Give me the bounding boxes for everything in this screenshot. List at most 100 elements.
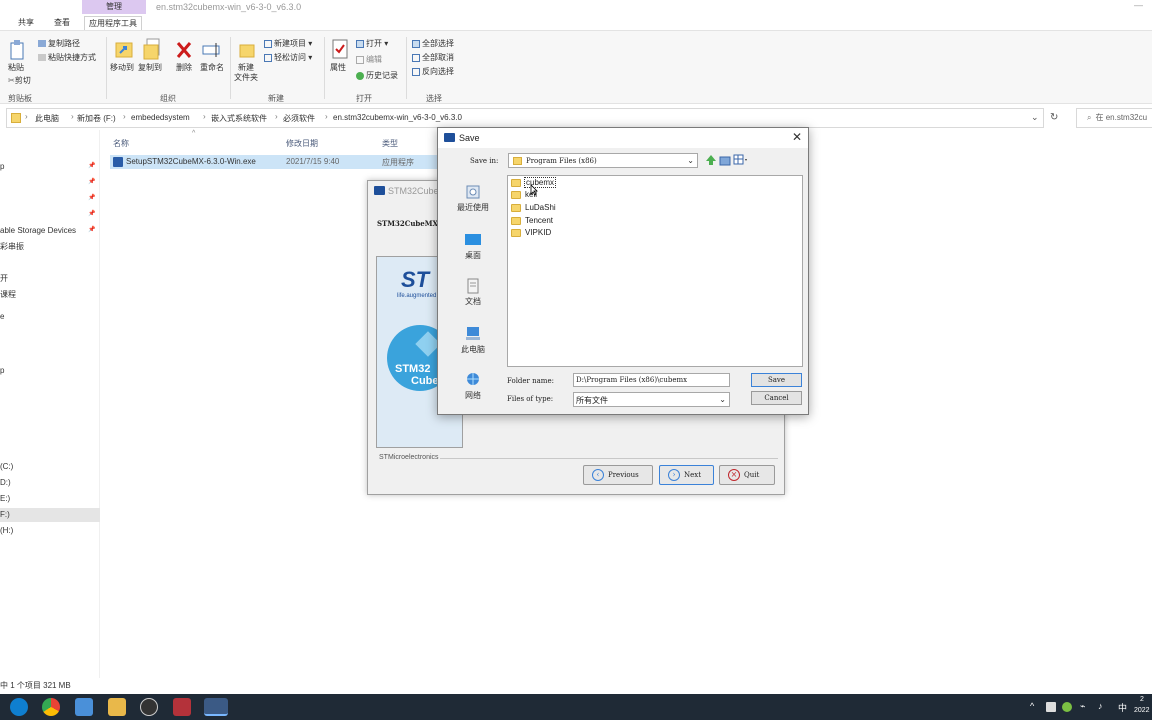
easy-access-button[interactable]: 轻松访问 ▾ bbox=[264, 53, 312, 63]
nav-item[interactable] bbox=[0, 406, 100, 420]
clock-date[interactable]: 2022 bbox=[1134, 707, 1150, 714]
refresh-icon[interactable]: ↻ bbox=[1050, 112, 1058, 123]
breadcrumb-required-software[interactable]: 必须软件 bbox=[283, 113, 315, 124]
save-dialog-titlebar: Save ✕ bbox=[438, 128, 808, 148]
pin-to-quickaccess-icon[interactable] bbox=[8, 39, 26, 61]
stm32-installer-taskbar-icon[interactable] bbox=[204, 698, 228, 716]
nav-item[interactable]: D:) bbox=[0, 476, 100, 490]
file-row-selected[interactable]: SetupSTM32CubeMX-6.3.0-Win.exe 2021/7/15… bbox=[110, 155, 440, 169]
tab-share[interactable]: 共享 bbox=[18, 16, 34, 30]
search-input[interactable]: ⌕ 在 en.stm32cu bbox=[1076, 108, 1152, 128]
address-input[interactable]: › 此电脑 › 新加卷 (F:) › embededsystem › 嵌入式系统… bbox=[6, 108, 1044, 128]
network-tray-icon[interactable]: ⌁ bbox=[1080, 701, 1085, 712]
edge-browser-icon[interactable] bbox=[10, 698, 28, 716]
properties-button[interactable]: 属性 bbox=[330, 63, 346, 73]
nav-item[interactable] bbox=[0, 342, 100, 356]
cut-button[interactable]: ✂剪切 bbox=[8, 76, 31, 86]
rename-icon[interactable] bbox=[202, 41, 222, 59]
nav-item[interactable]: e bbox=[0, 310, 100, 324]
breadcrumb-embedded-software[interactable]: 嵌入式系统软件 bbox=[211, 113, 267, 124]
tab-view[interactable]: 查看 bbox=[54, 16, 70, 30]
new-folder-icon[interactable] bbox=[238, 41, 256, 59]
folder-item-ludashi[interactable]: LuDaShi bbox=[511, 203, 557, 215]
column-header-type[interactable]: 类型 bbox=[382, 138, 398, 149]
nav-item[interactable]: 彩串振 bbox=[0, 240, 100, 254]
nav-item[interactable] bbox=[0, 208, 100, 222]
select-none-button[interactable]: 全部取消 bbox=[412, 53, 454, 63]
place-recent[interactable]: 最近使用 bbox=[444, 184, 502, 213]
copy-to-button[interactable]: 复制到 bbox=[138, 63, 162, 73]
breadcrumb-drive-f[interactable]: 新加卷 (F:) bbox=[77, 113, 116, 124]
files-of-type-select[interactable]: 所有文件 ⌄ bbox=[573, 392, 730, 407]
folder-item-vipkid[interactable]: VIPKID bbox=[511, 228, 552, 240]
new-item-button[interactable]: 新建项目 ▾ bbox=[264, 39, 312, 49]
ime-indicator[interactable]: 中 bbox=[1118, 701, 1127, 714]
nav-item[interactable] bbox=[0, 390, 100, 404]
nav-item[interactable] bbox=[0, 176, 100, 190]
history-button[interactable]: 历史记录 bbox=[356, 71, 398, 81]
place-desktop[interactable]: 桌面 bbox=[444, 232, 502, 261]
winrar-icon[interactable] bbox=[173, 698, 191, 716]
nav-item[interactable] bbox=[0, 192, 100, 206]
delete-icon[interactable] bbox=[176, 41, 192, 59]
nav-item[interactable]: p bbox=[0, 364, 100, 378]
new-folder-icon[interactable] bbox=[719, 154, 731, 166]
pin-label[interactable]: 粘贴 bbox=[8, 63, 24, 73]
nav-item[interactable]: 课程 bbox=[0, 288, 100, 302]
close-icon[interactable]: ✕ bbox=[792, 130, 802, 144]
obs-recorder-icon[interactable] bbox=[140, 698, 158, 716]
folder-item-tencent[interactable]: Tencent bbox=[511, 216, 554, 228]
rename-button[interactable]: 重命名 bbox=[200, 63, 224, 73]
copy-path-button[interactable]: 复制路径 bbox=[38, 39, 80, 49]
new-folder-button-line1[interactable]: 新建 bbox=[238, 63, 254, 73]
place-documents[interactable]: 文档 bbox=[444, 278, 502, 307]
open-button[interactable]: 打开 ▾ bbox=[356, 39, 388, 49]
chevron-up-icon[interactable]: ^ bbox=[1030, 701, 1034, 711]
column-header-name[interactable]: 名称 bbox=[113, 138, 129, 149]
select-all-button[interactable]: 全部选择 bbox=[412, 39, 454, 49]
nav-item[interactable]: able Storage Devices bbox=[0, 224, 100, 238]
nav-item[interactable]: p bbox=[0, 160, 100, 174]
move-to-button[interactable]: 移动到 bbox=[110, 63, 134, 73]
context-tab-manage[interactable]: 管理 bbox=[82, 0, 146, 14]
nav-item[interactable] bbox=[0, 430, 100, 444]
file-explorer-taskbar-icon[interactable] bbox=[108, 698, 126, 716]
clock-time[interactable]: 2 bbox=[1140, 696, 1144, 703]
save-button[interactable]: Save bbox=[751, 373, 802, 387]
tray-wechat-icon[interactable] bbox=[1062, 702, 1072, 712]
column-header-date[interactable]: 修改日期 bbox=[286, 138, 318, 149]
copy-to-icon[interactable] bbox=[142, 37, 162, 61]
delete-button[interactable]: 删除 bbox=[176, 63, 192, 73]
edit-button[interactable]: 编辑 bbox=[356, 55, 382, 65]
up-folder-icon[interactable] bbox=[705, 154, 717, 166]
chrome-browser-icon[interactable] bbox=[42, 698, 60, 716]
cancel-button[interactable]: Cancel bbox=[751, 391, 802, 405]
app-launcher-icon[interactable] bbox=[75, 698, 93, 716]
speaker-icon[interactable]: ♪ bbox=[1098, 701, 1103, 711]
breadcrumb-current-folder[interactable]: en.stm32cubemx-win_v6-3-0_v6.3.0 bbox=[333, 113, 462, 122]
minimize-icon[interactable]: — bbox=[1134, 0, 1143, 10]
breadcrumb-this-pc[interactable]: 此电脑 bbox=[35, 113, 59, 124]
move-to-icon[interactable] bbox=[114, 39, 134, 61]
properties-icon[interactable] bbox=[332, 39, 348, 61]
tray-app-icon[interactable] bbox=[1046, 702, 1056, 712]
nav-item[interactable]: 开 bbox=[0, 272, 100, 286]
folder-name-input[interactable]: D:\Program Files (x86)\cubemx bbox=[573, 373, 730, 387]
next-button[interactable]: › Next bbox=[659, 465, 714, 485]
invert-selection-button[interactable]: 反向选择 bbox=[412, 67, 454, 77]
save-in-select[interactable]: Program Files (x86) ⌄ bbox=[508, 153, 698, 168]
tab-app-tools[interactable]: 应用程序工具 bbox=[84, 16, 142, 30]
quit-button[interactable]: × Quit bbox=[719, 465, 775, 485]
paste-shortcut-button[interactable]: 粘贴快捷方式 bbox=[38, 53, 96, 63]
breadcrumb-embededsystem[interactable]: embededsystem bbox=[131, 113, 190, 122]
new-folder-button-line2[interactable]: 文件夹 bbox=[234, 73, 258, 83]
nav-item[interactable]: (C:) bbox=[0, 460, 100, 474]
chevron-down-icon[interactable]: ⌄ bbox=[1031, 112, 1039, 123]
view-menu-icon[interactable] bbox=[733, 154, 749, 166]
nav-item[interactable]: E:) bbox=[0, 492, 100, 506]
place-this-pc[interactable]: 此电脑 bbox=[444, 326, 502, 355]
place-network[interactable]: 网络 bbox=[444, 372, 502, 401]
nav-item[interactable]: (H:) bbox=[0, 524, 100, 538]
previous-button[interactable]: ‹ Previous bbox=[583, 465, 653, 485]
nav-item[interactable]: F:) bbox=[0, 508, 100, 522]
